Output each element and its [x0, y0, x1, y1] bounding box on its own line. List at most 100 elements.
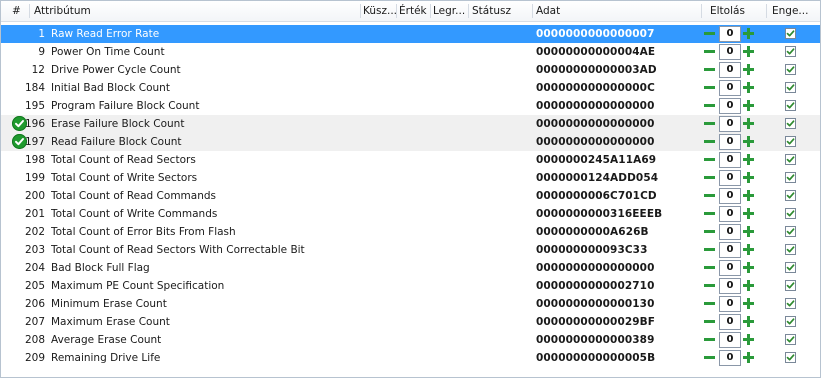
minus-icon[interactable]	[703, 135, 716, 148]
offset-value[interactable]: 0	[719, 62, 741, 78]
plus-icon[interactable]	[742, 333, 755, 346]
table-row[interactable]: 197 Read Failure Block Count 0000000000000…	[1, 133, 820, 151]
offset-stepper[interactable]: 0	[703, 350, 757, 366]
minus-icon[interactable]	[703, 117, 716, 130]
plus-icon[interactable]	[742, 171, 755, 184]
offset-value[interactable]: 0	[719, 350, 741, 366]
offset-stepper[interactable]: 0	[703, 80, 757, 96]
offset-value[interactable]: 0	[719, 314, 741, 330]
checkbox-checked-icon[interactable]	[785, 46, 796, 57]
offset-value[interactable]: 0	[719, 26, 741, 42]
plus-icon[interactable]	[742, 99, 755, 112]
offset-value[interactable]: 0	[719, 134, 741, 150]
minus-icon[interactable]	[703, 315, 716, 328]
minus-icon[interactable]	[703, 189, 716, 202]
offset-stepper[interactable]: 0	[703, 44, 757, 60]
checkbox-checked-icon[interactable]	[785, 226, 796, 237]
table-row[interactable]: 184 Initial Bad Block Count 00000000000000…	[1, 79, 820, 97]
offset-value[interactable]: 0	[719, 152, 741, 168]
plus-icon[interactable]	[742, 207, 755, 220]
checkbox-checked-icon[interactable]	[785, 172, 796, 183]
offset-stepper[interactable]: 0	[703, 332, 757, 348]
plus-icon[interactable]	[742, 63, 755, 76]
minus-icon[interactable]	[703, 297, 716, 310]
offset-stepper[interactable]: 0	[703, 206, 757, 222]
table-row[interactable]: 12 Drive Power Cycle Count 00000000000003A…	[1, 61, 820, 79]
header-worst[interactable]: Legr...	[433, 1, 467, 21]
plus-icon[interactable]	[742, 315, 755, 328]
minus-icon[interactable]	[703, 81, 716, 94]
checkbox-checked-icon[interactable]	[785, 136, 796, 147]
minus-icon[interactable]	[703, 207, 716, 220]
plus-icon[interactable]	[742, 81, 755, 94]
offset-stepper[interactable]: 0	[703, 116, 757, 132]
header-enable[interactable]: Enge...	[772, 1, 818, 21]
plus-icon[interactable]	[742, 261, 755, 274]
checkbox-checked-icon[interactable]	[785, 154, 796, 165]
header-status[interactable]: Státusz	[472, 1, 530, 21]
checkbox-checked-icon[interactable]	[785, 280, 796, 291]
offset-value[interactable]: 0	[719, 188, 741, 204]
offset-value[interactable]: 0	[719, 80, 741, 96]
plus-icon[interactable]	[742, 27, 755, 40]
table-row[interactable]: 1 Raw Read Error Rate 0000000000000007 0	[1, 25, 820, 43]
checkbox-checked-icon[interactable]	[785, 82, 796, 93]
plus-icon[interactable]	[742, 135, 755, 148]
checkbox-checked-icon[interactable]	[785, 262, 796, 273]
offset-stepper[interactable]: 0	[703, 62, 757, 78]
header-threshold[interactable]: Küsz...	[363, 1, 399, 21]
offset-stepper[interactable]: 0	[703, 26, 757, 42]
checkbox-checked-icon[interactable]	[785, 208, 796, 219]
plus-icon[interactable]	[742, 189, 755, 202]
table-row[interactable]: 207 Maximum Erase Count 00000000000029BF 0	[1, 313, 820, 331]
table-row[interactable]: 206 Minimum Erase Count 0000000000000130 0	[1, 295, 820, 313]
offset-stepper[interactable]: 0	[703, 224, 757, 240]
table-row[interactable]: 201 Total Count of Write Commands 00000000…	[1, 205, 820, 223]
table-row[interactable]: 196 Erase Failure Block Count 000000000000…	[1, 115, 820, 133]
offset-value[interactable]: 0	[719, 44, 741, 60]
minus-icon[interactable]	[703, 153, 716, 166]
minus-icon[interactable]	[703, 333, 716, 346]
minus-icon[interactable]	[703, 279, 716, 292]
table-row[interactable]: 209 Remaining Drive Life 000000000000005B 0	[1, 349, 820, 367]
plus-icon[interactable]	[742, 243, 755, 256]
minus-icon[interactable]	[703, 351, 716, 364]
minus-icon[interactable]	[703, 171, 716, 184]
plus-icon[interactable]	[742, 297, 755, 310]
minus-icon[interactable]	[703, 261, 716, 274]
checkbox-checked-icon[interactable]	[785, 352, 796, 363]
offset-stepper[interactable]: 0	[703, 134, 757, 150]
offset-stepper[interactable]: 0	[703, 98, 757, 114]
minus-icon[interactable]	[703, 45, 716, 58]
header-value[interactable]: Érték	[399, 1, 429, 21]
offset-value[interactable]: 0	[719, 242, 741, 258]
offset-value[interactable]: 0	[719, 278, 741, 294]
offset-value[interactable]: 0	[719, 98, 741, 114]
table-row[interactable]: 203 Total Count of Read Sectors With Corr…	[1, 241, 820, 259]
minus-icon[interactable]	[703, 243, 716, 256]
offset-value[interactable]: 0	[719, 170, 741, 186]
offset-stepper[interactable]: 0	[703, 260, 757, 276]
plus-icon[interactable]	[742, 279, 755, 292]
minus-icon[interactable]	[703, 225, 716, 238]
checkbox-checked-icon[interactable]	[785, 64, 796, 75]
plus-icon[interactable]	[742, 45, 755, 58]
table-row[interactable]: 200 Total Count of Read Commands 000000000…	[1, 187, 820, 205]
offset-stepper[interactable]: 0	[703, 188, 757, 204]
plus-icon[interactable]	[742, 225, 755, 238]
minus-icon[interactable]	[703, 63, 716, 76]
table-row[interactable]: 9 Power On Time Count 00000000000004AE 0	[1, 43, 820, 61]
checkbox-checked-icon[interactable]	[785, 316, 796, 327]
offset-value[interactable]: 0	[719, 332, 741, 348]
table-row[interactable]: 205 Maximum PE Count Specification 0000000…	[1, 277, 820, 295]
plus-icon[interactable]	[742, 153, 755, 166]
table-row[interactable]: 198 Total Count of Read Sectors 0000000245…	[1, 151, 820, 169]
minus-icon[interactable]	[703, 99, 716, 112]
table-row[interactable]: 204 Bad Block Full Flag 0000000000000000 0	[1, 259, 820, 277]
offset-value[interactable]: 0	[719, 224, 741, 240]
offset-value[interactable]: 0	[719, 260, 741, 276]
offset-value[interactable]: 0	[719, 206, 741, 222]
checkbox-checked-icon[interactable]	[785, 100, 796, 111]
header-data[interactable]: Adat	[536, 1, 696, 21]
offset-stepper[interactable]: 0	[703, 278, 757, 294]
